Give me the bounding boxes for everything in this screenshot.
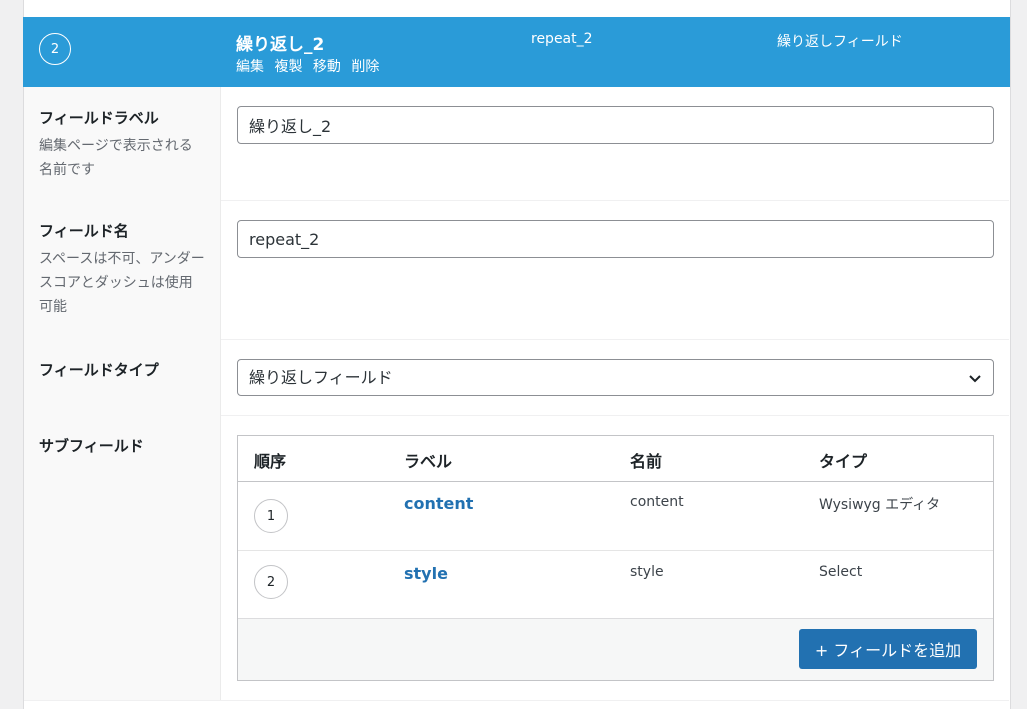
subfield-label-link[interactable]: content: [404, 494, 473, 513]
column-header-order: 順序: [254, 452, 287, 471]
field-label-title: フィールドラベル: [39, 109, 159, 127]
subfield-order-badge[interactable]: 1: [254, 499, 288, 533]
field-label-label-cell: フィールドラベル 編集ページで表示される名前です: [24, 87, 221, 200]
field-label-input[interactable]: [237, 106, 994, 144]
subfields-table: 順序 ラベル 名前 タイプ 1 content content Wysiwyg …: [237, 435, 994, 681]
edit-action[interactable]: 編集: [236, 59, 264, 75]
field-header-actions: 編集 複製 移動 削除: [236, 56, 385, 76]
column-header-name: 名前: [630, 452, 663, 471]
field-name-label-cell: フィールド名 スペースは不可、アンダースコアとダッシュは使用可能: [24, 200, 221, 339]
field-name-description: スペースは不可、アンダースコアとダッシュは使用可能: [39, 251, 205, 315]
field-type-label-cell: フィールドタイプ: [24, 339, 221, 415]
subfield-name: style: [630, 564, 664, 580]
subfield-type: Wysiwyg エディタ: [819, 497, 941, 513]
subfield-type: Select: [819, 564, 863, 580]
subfields-title: サブフィールド: [39, 437, 144, 455]
field-header[interactable]: 2 繰り返し_2 編集 複製 移動 削除 repeat_2 繰り返しフィールド: [23, 17, 1010, 87]
field-label-description: 編集ページで表示される名前です: [39, 138, 193, 178]
field-header-type: 繰り返しフィールド: [777, 34, 903, 50]
duplicate-action[interactable]: 複製: [274, 59, 302, 75]
field-order-badge[interactable]: 2: [39, 33, 71, 65]
delete-action[interactable]: 削除: [351, 59, 379, 75]
table-row[interactable]: 1 content content Wysiwyg エディタ: [238, 482, 993, 551]
subfield-label-link[interactable]: style: [404, 564, 448, 583]
add-field-button[interactable]: + フィールドを追加: [799, 629, 977, 669]
field-label-row: フィールドラベル 編集ページで表示される名前です: [24, 87, 1009, 201]
subfields-label-cell: サブフィールド: [24, 415, 221, 700]
subfields-footer: + フィールドを追加: [238, 618, 993, 680]
field-type-title: フィールドタイプ: [39, 361, 159, 379]
field-name-input[interactable]: [237, 220, 994, 258]
move-action[interactable]: 移動: [313, 59, 341, 75]
field-type-select[interactable]: 繰り返しフィールド: [237, 359, 994, 396]
field-header-title[interactable]: 繰り返し_2: [236, 30, 324, 55]
chevron-down-icon: [969, 375, 981, 383]
table-row[interactable]: 2 style style Select: [238, 550, 993, 619]
field-name-title: フィールド名: [39, 222, 129, 240]
column-header-label: ラベル: [404, 452, 453, 471]
subfield-order-badge[interactable]: 2: [254, 565, 288, 599]
field-type-selected-value: 繰り返しフィールド: [249, 368, 393, 387]
column-header-type: タイプ: [819, 452, 868, 471]
field-header-name: repeat_2: [531, 31, 593, 47]
subfield-name: content: [630, 494, 684, 510]
